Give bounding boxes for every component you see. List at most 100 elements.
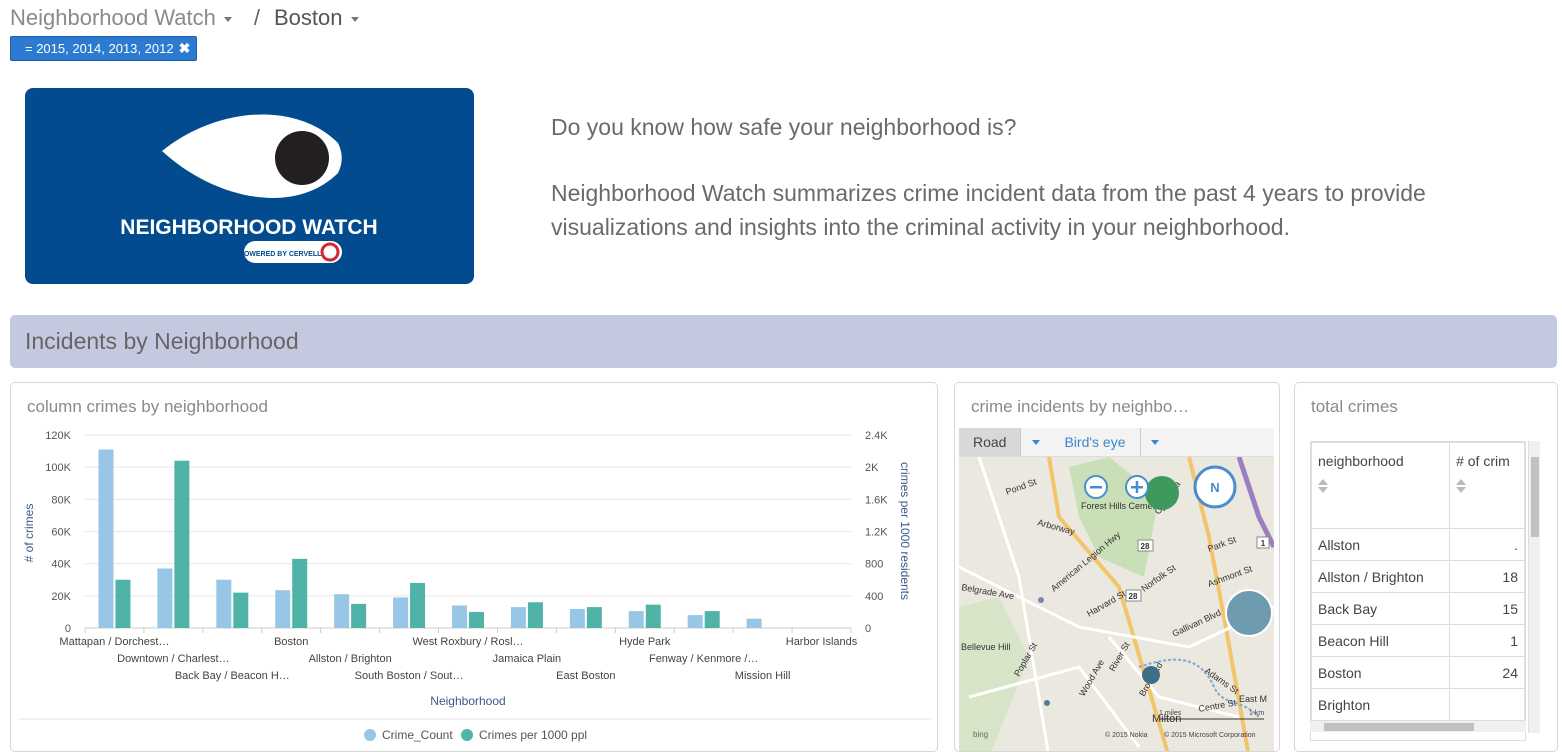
y-axis-title: # of crimes — [22, 504, 36, 563]
y2-tick-label: 400 — [865, 591, 883, 603]
cell-neighborhood: Back Bay — [1311, 592, 1451, 625]
legend-swatch-crimes-per-1000 — [461, 729, 473, 741]
x-tick-label: Boston — [274, 636, 308, 648]
zoom-out-button[interactable] — [1084, 475, 1108, 499]
bar-crime-count — [275, 590, 291, 628]
x-tick-label: Mattapan / Dorchest… — [59, 636, 169, 648]
crime-cluster-marker[interactable] — [1044, 700, 1050, 706]
road-dropdown-button[interactable] — [1020, 428, 1050, 456]
y2-tick-label: 2K — [865, 462, 879, 474]
chevron-down-icon — [223, 17, 232, 22]
table-vertical-scrollbar[interactable] — [1528, 441, 1540, 733]
column-header-label: # of crim — [1456, 453, 1510, 469]
cell-neighborhood: Allston / Brighton — [1311, 560, 1451, 593]
route-shield-label: 28 — [1141, 542, 1150, 551]
section-header: Incidents by Neighborhood — [10, 315, 1557, 368]
eye-logo-icon: NEIGHBORHOOD WATCH POWERED BY CERVELLO — [120, 114, 378, 263]
tab-birds-eye-label: Bird's eye — [1064, 434, 1126, 450]
bar-crimes-per-1000 — [704, 611, 720, 628]
x-tick-label: Allston / Brighton — [309, 653, 392, 665]
birds-eye-dropdown-button[interactable] — [1139, 428, 1170, 456]
close-icon[interactable]: ✖ — [179, 40, 191, 57]
tab-road[interactable]: Road — [959, 428, 1021, 456]
map-panel-title: crime incidents by neighbo… — [971, 397, 1190, 416]
bing-logo: bing — [973, 730, 988, 739]
chevron-down-icon — [350, 17, 359, 22]
cell-count: 24 — [1449, 656, 1525, 689]
x-axis-title: Neighborhood — [430, 694, 505, 708]
table-row[interactable]: Allston / Brighton 18 — [1311, 560, 1525, 593]
map-type-tabs: Road Bird's eye — [959, 428, 1274, 457]
table-horizontal-scrollbar[interactable] — [1310, 720, 1526, 732]
breadcrumb-page[interactable]: Boston — [274, 5, 359, 31]
table-row[interactable]: Beacon Hill 1 — [1311, 624, 1525, 657]
scrollbar-thumb[interactable] — [1324, 723, 1474, 731]
zoom-in-button[interactable] — [1125, 475, 1149, 499]
x-tick-label: East Boston — [556, 670, 615, 682]
x-tick-label: West Roxbury / Rosl… — [412, 636, 523, 648]
legend-label-crime-count: Crime_Count — [382, 728, 453, 742]
bar-crimes-per-1000 — [115, 579, 131, 628]
x-tick-label: Fenway / Kenmore /… — [649, 653, 758, 665]
table-row[interactable]: Allston. — [1311, 528, 1525, 561]
breadcrumb: Neighborhood Watch / Boston — [10, 3, 359, 33]
y2-tick-label: 1.2K — [865, 527, 888, 539]
cell-neighborhood: Boston — [1311, 656, 1451, 689]
y2-tick-label: 800 — [865, 559, 883, 571]
y2-tick-label: 1.6K — [865, 494, 888, 506]
bar-crime-count — [687, 615, 703, 628]
neighborhood-watch-logo: NEIGHBORHOOD WATCH POWERED BY CERVELLO — [25, 88, 474, 284]
intro-text: Do you know how safe your neighborhood i… — [551, 110, 1511, 276]
y-tick-label: 40K — [51, 559, 71, 571]
map-label: East M — [1239, 694, 1267, 704]
intro-question: Do you know how safe your neighborhood i… — [551, 114, 1017, 140]
column-header-neighborhood[interactable]: neighborhood — [1311, 442, 1451, 529]
cell-count: 1 — [1449, 624, 1525, 657]
cell-count: 18 — [1449, 560, 1525, 593]
y2-axis-title: crimes per 1000 residents — [898, 462, 912, 600]
breadcrumb-dashboard[interactable]: Neighborhood Watch — [10, 5, 232, 31]
year-filter-label: = 2015, 2014, 2013, 2012 — [25, 41, 174, 56]
compass-icon[interactable]: N — [1193, 465, 1237, 509]
table-row[interactable]: Back Bay 15 — [1311, 592, 1525, 625]
logo-title: NEIGHBORHOOD WATCH — [120, 216, 377, 239]
map-canvas[interactable]: Pond St Forest Hills Cemetery American L… — [959, 457, 1274, 751]
crime-cluster-marker[interactable] — [1225, 589, 1273, 637]
column-header-label: neighborhood — [1318, 453, 1404, 469]
y-tick-label: 80K — [51, 494, 71, 506]
map-credit: © 2015 Nokia — [1105, 731, 1148, 739]
year-filter-pill[interactable]: = 2015, 2014, 2013, 2012 ✖ — [10, 36, 198, 61]
sort-desc-icon[interactable] — [1318, 487, 1328, 493]
cell-count — [1449, 688, 1525, 721]
crime-cluster-marker[interactable] — [1145, 476, 1179, 510]
crimes-by-neighborhood-chart: 0 0 20K 400 40K 800 60K 1.2K 80K 1.6K 100K 2K 120K 2.… — [19, 430, 931, 742]
x-tick-label: South Boston / Sout… — [355, 670, 464, 682]
bar-crime-count — [98, 449, 114, 628]
bar-crimes-per-1000 — [174, 460, 190, 628]
breadcrumb-page-label: Boston — [274, 5, 343, 30]
sort-asc-icon[interactable] — [1318, 479, 1328, 485]
bar-crimes-per-1000 — [410, 582, 426, 628]
cell-neighborhood: Brighton — [1311, 688, 1451, 721]
table-row[interactable]: Boston 24 — [1311, 656, 1525, 689]
table-panel-title: total crimes — [1311, 397, 1398, 416]
sort-asc-icon[interactable] — [1456, 479, 1467, 485]
y-tick-label: 60K — [51, 527, 71, 539]
scrollbar-thumb[interactable] — [1531, 457, 1539, 537]
legend-swatch-crime-count — [364, 729, 376, 741]
table-panel: total crimes neighborhood # of crim Alls… — [1294, 382, 1558, 752]
route-shield-label: 1 — [1261, 539, 1266, 548]
column-header-crime-count[interactable]: # of crim — [1449, 442, 1525, 529]
y2-tick-label: 0 — [865, 623, 871, 635]
y-tick-label: 0 — [65, 623, 71, 635]
crime-cluster-marker[interactable] — [1038, 597, 1044, 603]
scale-label: 1 miles — [1159, 710, 1182, 717]
logo-tagline: POWERED BY CERVELLO — [239, 251, 327, 258]
map-svg: Pond St Forest Hills Cemetery American L… — [959, 457, 1274, 751]
x-tick-label: Back Bay / Beacon H… — [175, 670, 290, 682]
crime-cluster-marker[interactable] — [1142, 666, 1160, 684]
sort-desc-icon[interactable] — [1456, 487, 1467, 493]
tab-birds-eye[interactable]: Bird's eye — [1050, 428, 1139, 456]
table-row[interactable]: Brighton — [1311, 688, 1525, 721]
x-tick-label: Downtown / Charlest… — [117, 653, 230, 665]
